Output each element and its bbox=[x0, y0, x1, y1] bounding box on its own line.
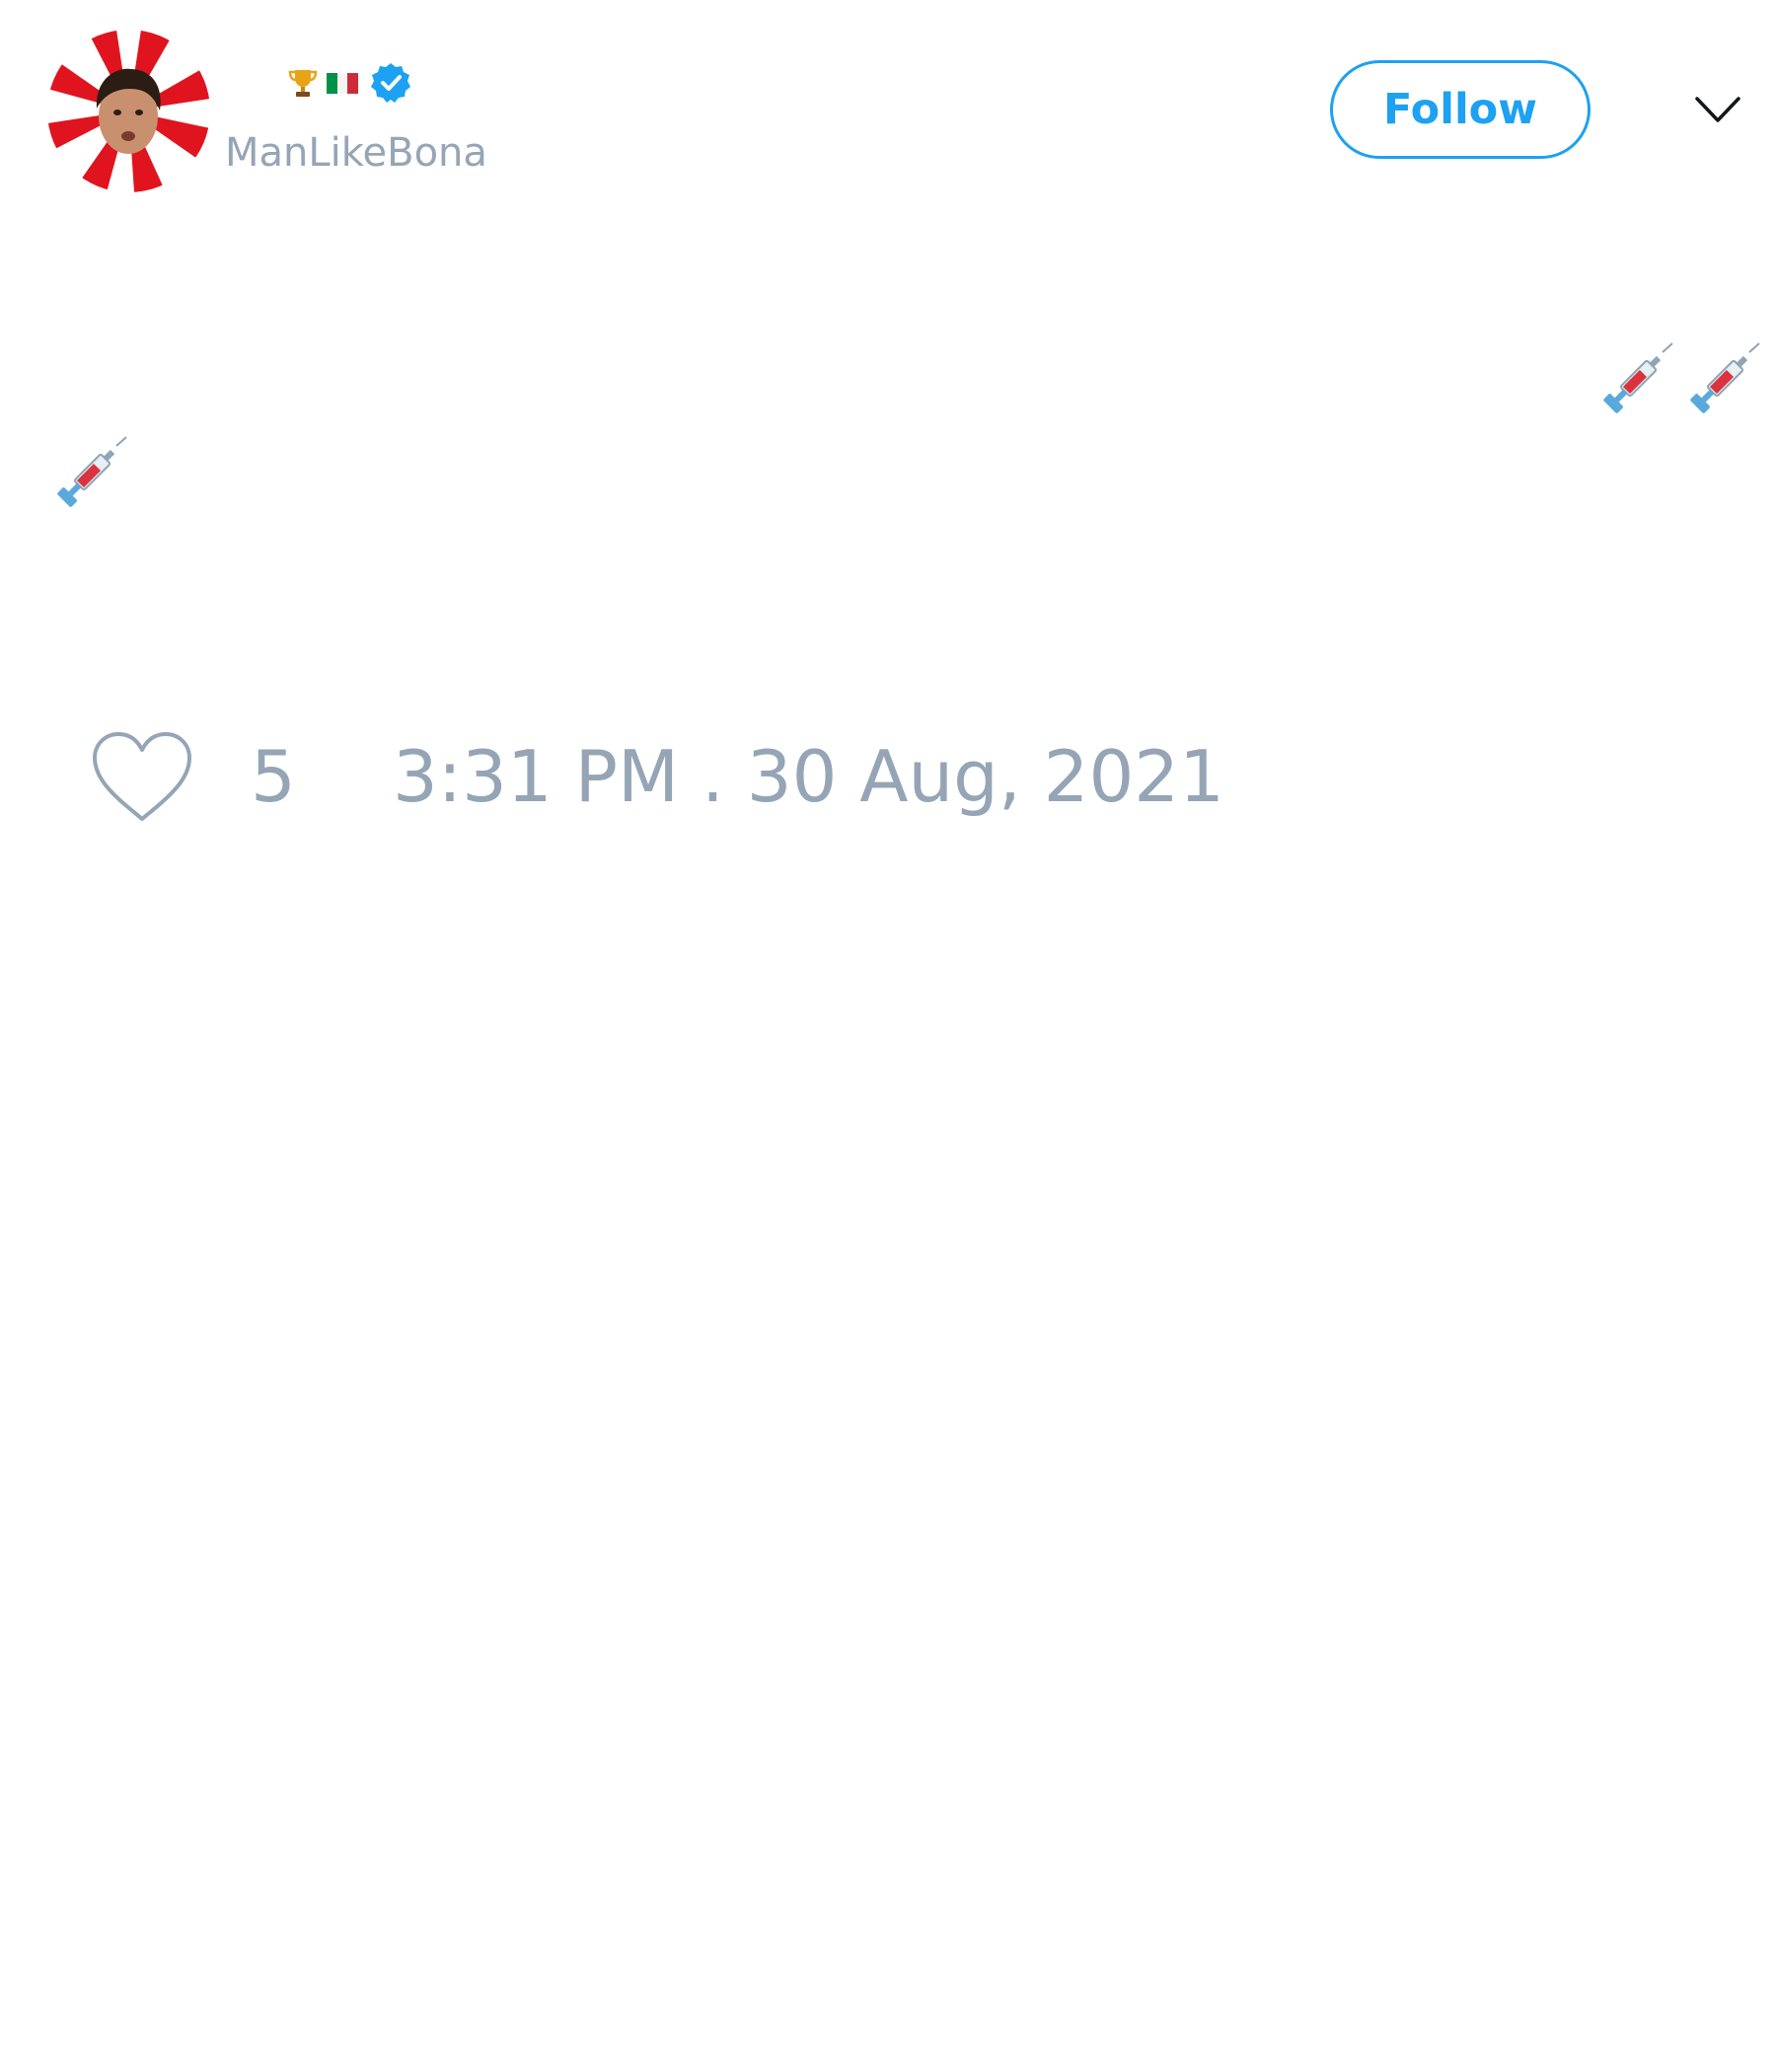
like-count: 5 bbox=[251, 735, 296, 818]
follow-button[interactable]: Follow bbox=[1330, 60, 1591, 159]
tweet-text bbox=[47, 340, 1764, 538]
user-handle[interactable]: ManLikeBona bbox=[225, 125, 487, 181]
verified-badge-icon bbox=[371, 63, 410, 103]
avatar[interactable] bbox=[47, 30, 210, 192]
avatar-image bbox=[47, 30, 210, 192]
chevron-down-icon[interactable] bbox=[1693, 91, 1742, 130]
display-name-row[interactable] bbox=[286, 61, 412, 105]
syringe-icon bbox=[1680, 340, 1763, 423]
italy-flag-icon bbox=[327, 73, 358, 94]
syringe-icon bbox=[47, 434, 130, 517]
syringe-icon bbox=[1593, 340, 1676, 423]
heart-icon[interactable] bbox=[89, 728, 195, 827]
tweet-card: ManLikeBona Follow 5 3:31 PM . 30 Aug, 2… bbox=[0, 0, 1776, 2072]
trophy-icon bbox=[288, 70, 318, 97]
tweet-timestamp[interactable]: 3:31 PM . 30 Aug, 2021 bbox=[393, 732, 1224, 821]
